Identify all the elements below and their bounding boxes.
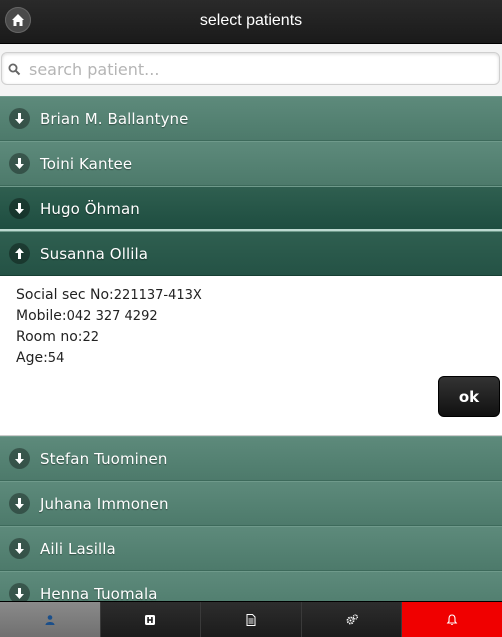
arrow-down-icon bbox=[9, 538, 30, 559]
room-value: 22 bbox=[82, 330, 100, 345]
age-value: 54 bbox=[47, 351, 65, 366]
mobile-label: Mobile: bbox=[16, 308, 67, 324]
patient-details: Social sec No:221137-413X Mobile:042 327… bbox=[0, 276, 502, 436]
page-title: select patients bbox=[199, 12, 303, 29]
room-label: Room no: bbox=[16, 329, 83, 345]
social-sec-value: 221137-413X bbox=[113, 288, 202, 303]
list-item[interactable]: Juhana Immonen bbox=[0, 481, 502, 526]
search-bar bbox=[0, 44, 502, 96]
arrow-down-icon bbox=[9, 493, 30, 514]
patient-name: Brian M. Ballantyne bbox=[40, 110, 189, 128]
list-item[interactable]: Hugo Öhman bbox=[0, 186, 502, 231]
mobile-line: Mobile:042 327 4292 bbox=[16, 308, 158, 324]
patient-name: Hugo Öhman bbox=[40, 200, 140, 218]
arrow-down-icon bbox=[9, 448, 30, 469]
list-item[interactable]: Toini Kantee bbox=[0, 141, 502, 186]
header-bar: select patients bbox=[0, 0, 502, 44]
arrow-down-icon bbox=[9, 198, 30, 219]
tab-alarms[interactable] bbox=[402, 602, 502, 637]
arrow-down-icon bbox=[9, 108, 30, 129]
bottom-tab-bar bbox=[0, 601, 502, 637]
tab-settings[interactable] bbox=[301, 602, 403, 637]
list-item[interactable]: Stefan Tuominen bbox=[0, 436, 502, 481]
mobile-value: 042 327 4292 bbox=[66, 309, 158, 324]
social-sec-label: Social sec No: bbox=[16, 287, 114, 303]
patient-name: Aili Lasilla bbox=[40, 540, 116, 558]
age-line: Age:54 bbox=[16, 350, 64, 366]
search-icon bbox=[8, 63, 21, 76]
list-item[interactable]: Brian M. Ballantyne bbox=[0, 96, 502, 141]
tab-documents[interactable] bbox=[201, 602, 302, 637]
room-line: Room no:22 bbox=[16, 329, 99, 345]
patient-name: Susanna Ollila bbox=[40, 245, 149, 263]
arrow-up-icon bbox=[9, 243, 30, 264]
patient-name: Stefan Tuominen bbox=[40, 450, 168, 468]
settings-icon bbox=[346, 614, 358, 625]
arrow-down-icon bbox=[9, 153, 30, 174]
hospital-icon bbox=[145, 615, 156, 625]
tab-patients[interactable] bbox=[0, 602, 101, 637]
patient-list: Brian M. Ballantyne Toini Kantee Hugo Öh… bbox=[0, 96, 502, 616]
ok-button[interactable]: ok bbox=[438, 376, 500, 417]
age-label: Age: bbox=[16, 350, 48, 366]
social-sec-line: Social sec No:221137-413X bbox=[16, 287, 202, 303]
patient-name: Toini Kantee bbox=[40, 155, 133, 173]
list-item[interactable]: Aili Lasilla bbox=[0, 526, 502, 571]
patients-icon bbox=[45, 615, 55, 625]
alarm-bell-icon bbox=[446, 614, 458, 625]
patient-name: Juhana Immonen bbox=[40, 495, 169, 513]
tab-hospital[interactable] bbox=[100, 602, 202, 637]
search-box bbox=[1, 52, 500, 85]
document-icon bbox=[246, 614, 256, 626]
list-item-expanded[interactable]: Susanna Ollila bbox=[0, 231, 502, 276]
search-input[interactable] bbox=[29, 58, 489, 80]
